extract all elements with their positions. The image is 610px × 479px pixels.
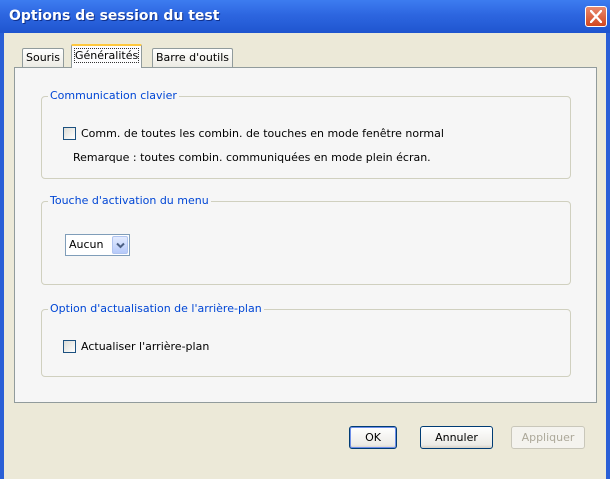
keyboard-combo-checkbox[interactable]	[63, 127, 76, 140]
group-legend: Touche d'activation du menu	[48, 194, 211, 207]
dropdown-arrow-button[interactable]	[112, 236, 128, 254]
close-icon	[590, 10, 602, 23]
group-legend: Option d'actualisation de l'arrière-plan	[48, 302, 264, 315]
window-title: Options de session du test	[9, 8, 220, 24]
title-bar[interactable]: Options de session du test	[0, 0, 610, 33]
tab-panel-generalites: Communication clavier Comm. de toutes le…	[14, 67, 597, 403]
menu-key-selected-value: Aucun	[69, 238, 104, 251]
apply-button[interactable]: Appliquer	[511, 426, 585, 449]
group-background-refresh: Option d'actualisation de l'arrière-plan…	[41, 302, 571, 377]
chevron-down-icon	[116, 242, 125, 249]
keyboard-combo-checkbox-label: Comm. de toutes les combin. de touches e…	[81, 127, 444, 140]
menu-key-select[interactable]: Aucun	[65, 234, 130, 256]
background-refresh-checkbox-label: Actualiser l'arrière-plan	[81, 340, 210, 353]
group-menu-activation-key: Touche d'activation du menu Aucun	[41, 194, 571, 285]
keyboard-note: Remarque : toutes combin. communiquées e…	[73, 151, 431, 164]
tab-barre-outils[interactable]: Barre d'outils	[152, 48, 234, 67]
group-communication-clavier: Communication clavier Comm. de toutes le…	[41, 89, 571, 179]
close-button[interactable]	[585, 6, 607, 27]
dialog-window: Options de session du test Souris Généra…	[0, 0, 610, 479]
group-legend: Communication clavier	[48, 89, 179, 102]
keyboard-combo-checkbox-row[interactable]: Comm. de toutes les combin. de touches e…	[63, 127, 444, 140]
background-refresh-checkbox-row[interactable]: Actualiser l'arrière-plan	[63, 340, 209, 353]
background-refresh-checkbox[interactable]	[63, 340, 76, 353]
tab-generalites[interactable]: Généralités	[71, 44, 143, 68]
cancel-button[interactable]: Annuler	[420, 426, 493, 449]
tab-souris[interactable]: Souris	[22, 48, 64, 67]
dialog-client-area: Souris Généralités Barre d'outils Commun…	[4, 33, 606, 479]
ok-button[interactable]: OK	[349, 426, 397, 449]
tab-generalites-label: Généralités	[73, 48, 140, 63]
